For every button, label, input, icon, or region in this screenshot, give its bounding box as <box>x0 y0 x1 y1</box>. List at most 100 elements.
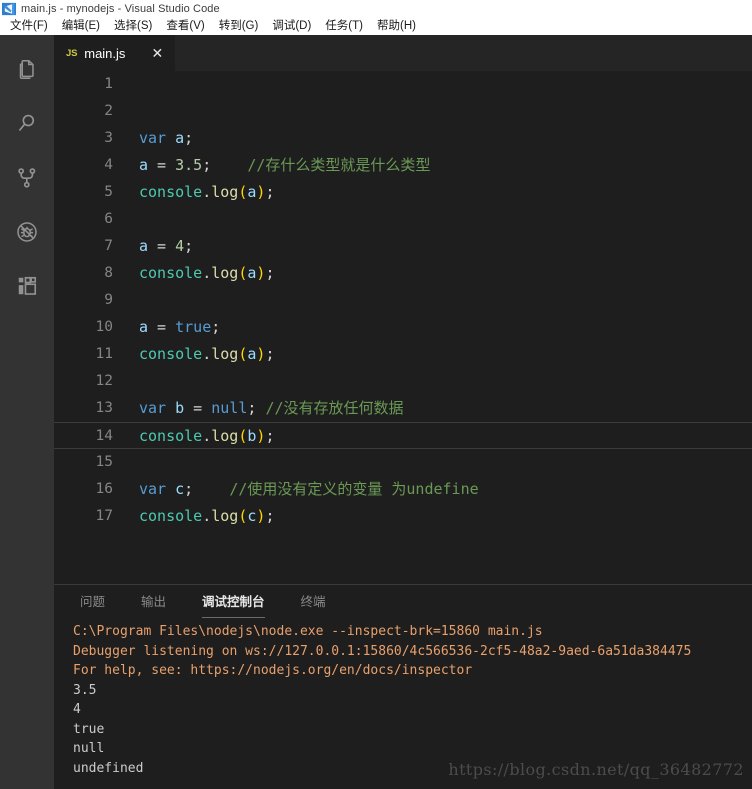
activity-debug[interactable] <box>0 205 54 259</box>
files-explorer-icon <box>14 57 40 83</box>
source-control-branch-icon <box>14 165 40 191</box>
code-line[interactable]: 4 a = 3.5; //存什么类型就是什么类型 <box>54 152 752 179</box>
code-line[interactable]: 7 a = 4; <box>54 233 752 260</box>
menu-tasks[interactable]: 任务(T) <box>318 17 370 35</box>
line-number: 1 <box>104 76 113 92</box>
activity-search[interactable] <box>0 97 54 151</box>
code-line[interactable]: 12 <box>54 368 752 395</box>
code-line[interactable]: 8 console.log(a); <box>54 260 752 287</box>
console-lines-container: C:\Program Files\nodejs\node.exe --inspe… <box>73 622 752 778</box>
menu-goto[interactable]: 转到(G) <box>212 17 266 35</box>
line-text: console.log(a); <box>139 179 752 206</box>
code-token: = <box>184 399 212 417</box>
vscode-logo-icon <box>2 2 16 16</box>
code-line[interactable]: 15 <box>54 449 752 476</box>
line-number: 3 <box>104 130 113 146</box>
activity-explorer[interactable] <box>0 43 54 97</box>
menu-help[interactable]: 帮助(H) <box>370 17 423 35</box>
code-token: //使用没有定义的变量 为undefine <box>229 480 479 498</box>
debug-console-output[interactable]: C:\Program Files\nodejs\node.exe --inspe… <box>54 620 752 789</box>
console-line: For help, see: https://nodejs.org/en/doc… <box>73 663 473 678</box>
code-token: a <box>139 156 149 174</box>
code-line[interactable]: 16 var c; //使用没有定义的变量 为undefine <box>54 476 752 503</box>
code-line[interactable]: 13 var b = null; //没有存放任何数据 <box>54 395 752 422</box>
code-token: ; <box>265 507 275 525</box>
window-title: main.js - mynodejs - Visual Studio Code <box>21 2 220 15</box>
code-line[interactable]: 10 a = true; <box>54 314 752 341</box>
code-token: a <box>139 237 149 255</box>
menu-selection[interactable]: 选择(S) <box>107 17 159 35</box>
console-line: C:\Program Files\nodejs\node.exe --inspe… <box>73 624 543 639</box>
code-token: ; <box>184 480 194 498</box>
workbench-body: JS main.js ✕ 1 2 3 var a; 4 a = 3.5; //存什么类型就… <box>0 35 752 789</box>
line-number: 4 <box>104 157 113 173</box>
line-text: console.log(c); <box>139 503 752 530</box>
code-line[interactable]: 11 console.log(a); <box>54 341 752 368</box>
code-token: . <box>202 427 212 445</box>
line-text: a = 3.5; //存什么类型就是什么类型 <box>139 152 752 179</box>
line-number: 14 <box>95 428 113 444</box>
panel-tab-problems[interactable]: 问题 <box>80 585 105 620</box>
line-number: 7 <box>104 238 113 254</box>
js-file-icon: JS <box>66 47 78 59</box>
code-line[interactable]: 6 <box>54 206 752 233</box>
line-text: var a; <box>139 125 752 152</box>
console-line: undefined <box>73 760 144 776</box>
code-line[interactable]: 17 console.log(c); <box>54 503 752 530</box>
title-bar: main.js - mynodejs - Visual Studio Code <box>0 0 752 17</box>
close-icon[interactable]: ✕ <box>149 45 165 61</box>
code-line[interactable]: 3 var a; <box>54 125 752 152</box>
activity-source-control[interactable] <box>0 151 54 205</box>
line-text: console.log(a); <box>139 341 752 368</box>
panel-tab-debug-console[interactable]: 调试控制台 <box>202 585 265 620</box>
line-number: 11 <box>95 346 113 362</box>
code-token: var <box>139 129 167 147</box>
code-token: 3.5 <box>175 156 203 174</box>
line-text <box>139 71 752 98</box>
line-text <box>139 449 752 476</box>
line-number: 8 <box>104 265 113 281</box>
code-token: ; <box>247 399 266 417</box>
line-text <box>139 206 752 233</box>
search-icon <box>14 111 40 137</box>
menu-file[interactable]: 文件(F) <box>3 17 55 35</box>
code-line[interactable]: 14 console.log(b); <box>54 422 752 449</box>
code-token: log <box>211 183 239 201</box>
panel-tab-bar: 问题 输出 调试控制台 终端 <box>54 585 752 620</box>
editor-tab-mainjs[interactable]: JS main.js ✕ <box>54 35 177 71</box>
code-token: a <box>139 318 149 336</box>
code-token: ; <box>265 427 275 445</box>
code-line[interactable]: 2 <box>54 98 752 125</box>
editor-group: JS main.js ✕ 1 2 3 var a; 4 a = 3.5; //存什么类型就… <box>54 35 752 789</box>
line-text: a = 4; <box>139 233 752 260</box>
code-token: c <box>175 480 185 498</box>
panel-tab-output[interactable]: 输出 <box>141 585 166 620</box>
bottom-panel: 问题 输出 调试控制台 终端 C:\Program Files\nodejs\n… <box>54 584 752 789</box>
menu-edit[interactable]: 编辑(E) <box>55 17 107 35</box>
editor-tab-label: main.js <box>84 45 126 61</box>
code-token: ; <box>211 318 221 336</box>
code-token: ; <box>184 237 194 255</box>
line-text <box>139 98 752 125</box>
code-token: var <box>139 399 167 417</box>
line-number: 17 <box>95 508 113 524</box>
code-token: = <box>148 237 176 255</box>
code-line[interactable]: 5 console.log(a); <box>54 179 752 206</box>
activity-extensions[interactable] <box>0 259 54 313</box>
menu-bar: 文件(F) 编辑(E) 选择(S) 查看(V) 转到(G) 调试(D) 任务(T… <box>0 17 752 35</box>
code-token: ; <box>184 129 194 147</box>
menu-view[interactable]: 查看(V) <box>159 17 211 35</box>
code-token: //没有存放任何数据 <box>265 399 404 417</box>
code-line[interactable]: 1 <box>54 71 752 98</box>
code-line[interactable]: 9 <box>54 287 752 314</box>
code-token: = <box>148 318 176 336</box>
panel-tab-terminal[interactable]: 终端 <box>301 585 326 620</box>
code-editor[interactable]: 1 2 3 var a; 4 a = 3.5; //存什么类型就是什么类型 5 console… <box>54 71 752 584</box>
code-token: . <box>202 345 212 363</box>
code-lines-container: 1 2 3 var a; 4 a = 3.5; //存什么类型就是什么类型 5 console… <box>54 71 752 530</box>
extensions-squares-icon <box>14 273 40 299</box>
menu-debug[interactable]: 调试(D) <box>265 17 318 35</box>
